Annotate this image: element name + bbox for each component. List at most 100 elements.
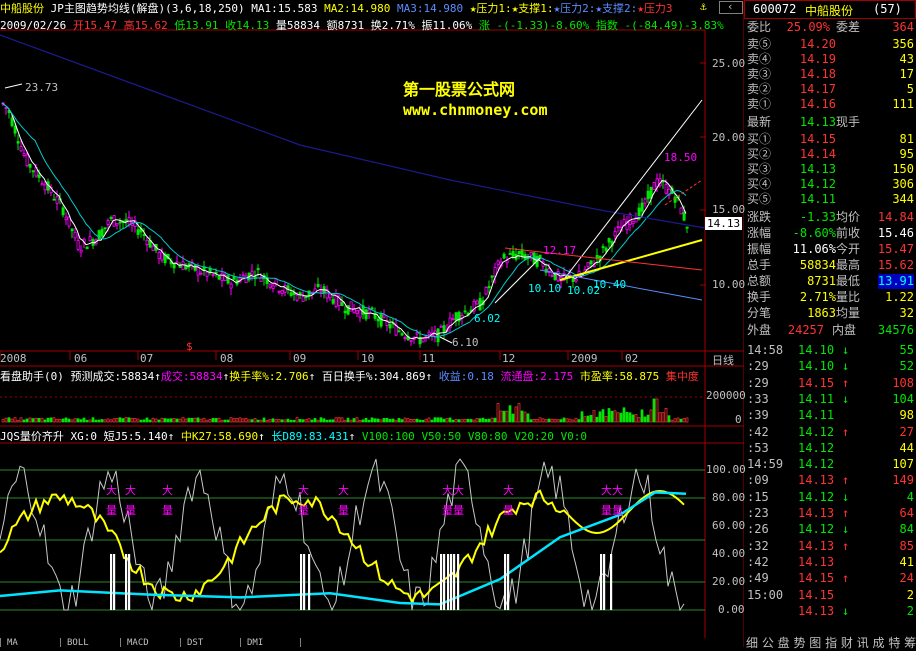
tab-dmi[interactable]: DMI xyxy=(240,638,263,648)
volume-bar xyxy=(634,414,638,423)
ind-axis-100: 100.00 xyxy=(706,463,746,476)
volume-bar xyxy=(685,417,689,423)
volume-bar xyxy=(307,418,311,423)
volume-bar xyxy=(79,419,83,423)
candle-body xyxy=(451,318,455,321)
volume-bar xyxy=(154,418,158,423)
candle-body xyxy=(4,107,8,109)
sell-1-row[interactable]: 卖① 14.16 111 xyxy=(744,97,916,112)
volume-bar xyxy=(244,417,248,423)
candle-body xyxy=(61,207,65,216)
volume-bar xyxy=(268,419,272,423)
signal-bar xyxy=(457,554,460,610)
indicator-v0: V0:0 xyxy=(560,430,588,443)
volume-bar xyxy=(301,419,305,423)
tab-dst[interactable]: DST xyxy=(180,638,203,648)
candle-body xyxy=(88,236,92,241)
candle-body xyxy=(220,272,224,281)
candle-body xyxy=(37,174,41,178)
volume-bar xyxy=(583,416,587,423)
volume-bar xyxy=(577,419,581,423)
buy-5-row[interactable]: 买⑤ 14.11 344 xyxy=(744,192,916,207)
candle-body xyxy=(25,154,29,167)
volume-bar xyxy=(133,418,137,423)
volume-bar xyxy=(193,417,197,423)
indicator-name[interactable]: JP主图趋势均线(解盘) xyxy=(51,2,166,15)
tab-boll[interactable]: BOLL xyxy=(60,638,89,648)
volume-bar xyxy=(664,407,668,423)
time-axis-11: 11 xyxy=(422,352,436,365)
candle-body xyxy=(301,296,305,302)
volume-bar xyxy=(640,409,644,423)
volume-bar xyxy=(376,418,380,423)
indicator-title[interactable]: JQS量价齐升 xyxy=(0,430,64,443)
volume-bar xyxy=(289,419,293,423)
candle-body xyxy=(172,263,176,269)
volume-bar xyxy=(277,419,281,423)
volume-bar xyxy=(115,418,119,423)
candle-body xyxy=(328,293,332,299)
period-label[interactable]: 日线 xyxy=(712,352,734,368)
buy-3-row[interactable]: 买③ 14.13 150 xyxy=(744,162,916,177)
vol-panel-title[interactable]: 看盘助手(0) xyxy=(0,370,64,383)
volume-bar xyxy=(526,413,530,423)
signal-bar xyxy=(125,554,128,610)
candle-body xyxy=(643,198,647,204)
collapse-icon[interactable]: ‹ xyxy=(719,0,743,14)
indicator-tabs: MA BOLL MACD DST DMI xyxy=(0,638,744,648)
tab-ma[interactable]: MA xyxy=(0,638,18,648)
volume-bar xyxy=(208,419,212,423)
volume-bar xyxy=(40,417,44,423)
anchor-icon[interactable]: ⚓ xyxy=(700,0,714,13)
sell-5-row[interactable]: 卖⑤ 14.20 356 xyxy=(744,37,916,52)
volume-bar xyxy=(16,419,20,423)
sell-2-row[interactable]: 卖② 14.17 5 xyxy=(744,82,916,97)
volume-bar xyxy=(130,418,134,423)
buy-4-row[interactable]: 买④ 14.12 306 xyxy=(744,177,916,192)
buy-1-row[interactable]: 买① 14.15 81 xyxy=(744,132,916,147)
volume-bar xyxy=(259,419,263,423)
time-axis-2009: 2009 xyxy=(571,352,598,365)
ohlc-amount: 额8731 xyxy=(326,19,365,32)
volume-bar xyxy=(568,418,572,423)
volume-bar xyxy=(667,415,671,423)
candle-body xyxy=(331,299,335,304)
volume-bar xyxy=(64,417,68,423)
candle-body xyxy=(640,202,644,212)
volume-bar xyxy=(439,417,443,423)
ma3-line xyxy=(0,34,706,229)
candle-body xyxy=(421,338,425,343)
tab-macd[interactable]: MACD xyxy=(120,638,149,648)
volume-bar xyxy=(343,419,347,423)
header-row-2: 2009/02/26 开15.47 高15.62 低13.91 收14.13 量… xyxy=(0,17,724,33)
panel-bottom-tabs[interactable]: 细 公 盘 势 图 指 财 讯 成 特 筹 xyxy=(746,634,916,651)
candle-body xyxy=(28,164,32,168)
volume-bar xyxy=(679,418,683,423)
sell-3-row[interactable]: 卖③ 14.18 17 xyxy=(744,67,916,82)
weibi-row: 委比 25.09% 委差 364 xyxy=(747,20,914,34)
vol-deal: 成交:58834 xyxy=(160,370,223,383)
candle-body xyxy=(76,240,80,250)
price-axis-20: 20.00 xyxy=(712,131,746,144)
volume-bar xyxy=(28,417,32,423)
candle-body xyxy=(382,314,386,318)
volume-bar xyxy=(142,419,146,423)
sell-4-row[interactable]: 卖④ 14.19 43 xyxy=(744,52,916,67)
chart-canvas[interactable] xyxy=(0,0,744,647)
current-price-tag: 14.13 xyxy=(705,217,743,230)
volume-bar xyxy=(196,417,200,423)
volume-bar xyxy=(286,418,290,423)
volume-bar xyxy=(670,419,674,423)
volume-bar xyxy=(484,419,488,423)
volume-bar xyxy=(1,419,5,423)
stat-row: 换手 2.71% 量比 1.22 xyxy=(747,290,914,304)
candle-body xyxy=(298,292,302,295)
buy-2-row[interactable]: 买② 14.14 95 xyxy=(744,147,916,162)
time-axis-02: 02 xyxy=(625,352,639,365)
candle-body xyxy=(10,117,14,127)
tick-row: :42 14.12 ↑ 27 xyxy=(747,424,914,439)
tick-row: 15:00 14.15 2 xyxy=(747,587,914,602)
stock-name: 中船股份 xyxy=(805,4,854,18)
stat-row: 分笔 1863 均量 32 xyxy=(747,306,914,320)
watermark-title: 第一股票公式网 xyxy=(403,80,516,99)
